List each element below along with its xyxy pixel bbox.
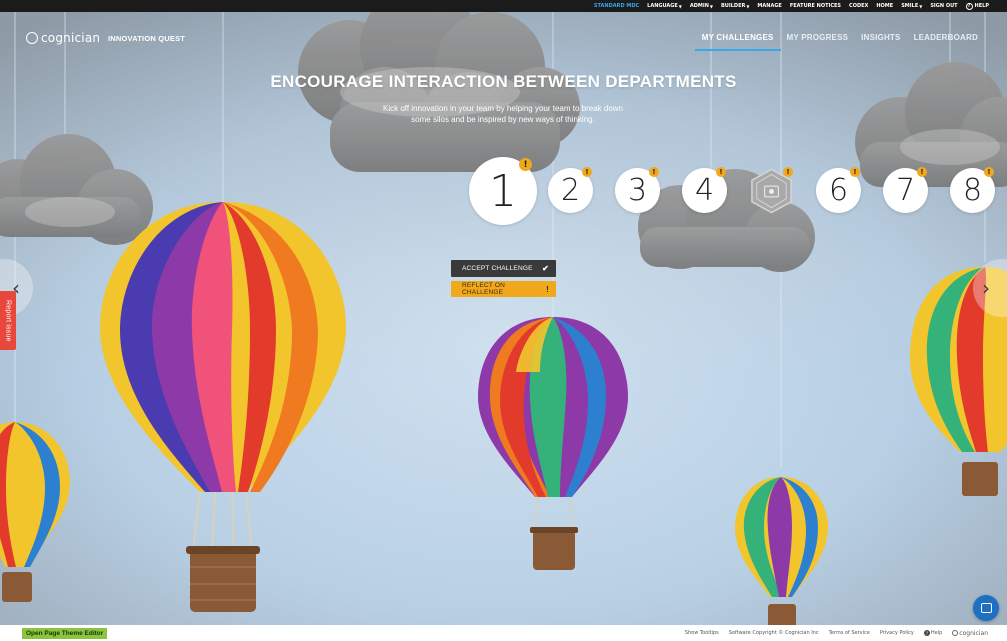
chat-icon (980, 603, 992, 613)
challenge-step-number: 1 (489, 165, 517, 217)
accept-challenge-label: ACCEPT CHALLENGE (462, 265, 533, 272)
reflect-challenge-button[interactable]: REFLECT ON CHALLENGE ! (451, 281, 556, 297)
challenge-step[interactable]: 8! (950, 167, 995, 213)
tab-leaderboard[interactable]: LEADERBOARD (914, 33, 978, 51)
admin-bar-item-feature-notices[interactable]: FEATURE NOTICES (790, 3, 841, 9)
challenge-step-badge[interactable]: ! (749, 167, 794, 213)
footer-logo-text: cognician (959, 629, 988, 637)
exclamation-icon: ! (546, 284, 549, 294)
caret-down-icon: ▼ (919, 3, 923, 9)
chat-launcher-button[interactable] (973, 595, 999, 621)
admin-bar-item-label: CODEX (849, 3, 869, 9)
reflect-challenge-label: REFLECT ON CHALLENGE (462, 282, 506, 296)
admin-bar-item-label: HOME (876, 3, 894, 9)
alert-icon: ! (582, 167, 592, 177)
tab-my-challenges[interactable]: MY CHALLENGES (694, 33, 781, 51)
admin-bar-item-sign-out[interactable]: SIGN OUT (930, 3, 957, 9)
terms-link[interactable]: Terms of Service (829, 630, 870, 636)
challenge-description: Kick off innovation in your team by help… (383, 104, 623, 124)
challenge-step-number: 2 (560, 173, 581, 208)
alert-icon: ! (716, 167, 726, 177)
admin-bar-item-label: STANDARD MDC (593, 3, 640, 9)
admin-bar-item-label: SIGN OUT (930, 3, 958, 9)
challenge-step-number: 6 (828, 173, 849, 208)
help-circle-icon: ? (965, 2, 973, 10)
challenge-step[interactable]: 2! (548, 167, 593, 213)
help-icon: ? (923, 630, 930, 636)
admin-bar-help[interactable]: ? HELP (965, 2, 989, 10)
alert-icon: ! (649, 167, 659, 177)
footer-logo: cognician (952, 630, 988, 637)
admin-bar-item-label: FEATURE NOTICES (789, 3, 842, 9)
footer-links: Show Tooltips Software Copyright © Cogni… (675, 630, 988, 637)
admin-bar-item-label: ADMIN (689, 3, 709, 9)
help-link[interactable]: ? Help (923, 630, 943, 636)
admin-bar: STANDARD MDC LANGUAGE ▼ ADMIN ▼ BUILDER ▼ MANAG… (0, 0, 1007, 12)
admin-bar-item-language[interactable]: LANGUAGE ▼ (647, 3, 682, 9)
admin-bar-item-standard-mdc[interactable]: STANDARD MDC (594, 3, 639, 9)
admin-bar-item-label: MANAGE (757, 3, 782, 9)
admin-bar-item-manage[interactable]: MANAGE (757, 3, 781, 9)
admin-bar-item-codex[interactable]: CODEX (849, 3, 868, 9)
caret-down-icon: ▼ (678, 3, 682, 9)
help-label: Help (930, 630, 943, 636)
tab-insights[interactable]: INSIGHTS (861, 33, 900, 51)
admin-bar-item-smile[interactable]: SMILE ▼ (901, 3, 922, 9)
challenge-step[interactable]: 4! (682, 167, 727, 213)
footer: Open Page Theme Editor Show Tooltips Sof… (0, 625, 1007, 641)
admin-bar-item-home[interactable]: HOME (876, 3, 893, 9)
chevron-right-icon: › (982, 276, 990, 300)
help-label: HELP (974, 3, 989, 9)
challenge-step-number: 4 (694, 173, 715, 208)
admin-bar-item-admin[interactable]: ADMIN ▼ (690, 3, 713, 9)
main-nav: MY CHALLENGES MY PROGRESS INSIGHTS LEADERBO… (689, 33, 978, 51)
check-icon: ✔ (542, 264, 549, 273)
challenge-step-number: 8 (962, 173, 983, 208)
challenge-step[interactable]: 3! (615, 167, 660, 213)
caret-down-icon: ▼ (709, 3, 713, 9)
logo-text: cognician (41, 31, 101, 45)
copyright-text: Software Copyright © Cognician Inc (728, 630, 819, 636)
alert-icon: ! (984, 167, 994, 177)
challenge-step-number: 3 (627, 173, 648, 208)
alert-icon: ! (850, 167, 860, 177)
alert-icon: ! (519, 158, 532, 171)
challenge-title: ENCOURAGE INTERACTION BETWEEN DEPARTMENT… (270, 72, 737, 91)
alert-icon: ! (917, 167, 927, 177)
footer-logo-icon (952, 630, 959, 636)
challenge-step-current[interactable]: 1! (469, 157, 537, 225)
accept-challenge-button[interactable]: ACCEPT CHALLENGE ✔ (451, 260, 556, 277)
caret-down-icon: ▼ (746, 3, 750, 9)
challenge-step-number: 7 (895, 173, 916, 208)
tab-my-progress[interactable]: MY PROGRESS (787, 33, 849, 51)
admin-bar-item-builder[interactable]: BUILDER ▼ (721, 3, 749, 9)
admin-bar-item-label: LANGUAGE (647, 3, 678, 9)
show-tooltips-link[interactable]: Show Tooltips (685, 630, 719, 636)
challenge-step[interactable]: 7! (883, 167, 928, 213)
alert-icon: ! (783, 167, 793, 177)
admin-bar-item-label: SMILE (901, 3, 919, 9)
challenge-step[interactable]: 6! (816, 167, 861, 213)
report-issue-label: Report issue (4, 299, 12, 342)
app-title[interactable]: INNOVATION QUEST (108, 34, 185, 43)
hero-scene: cognician INNOVATION QUEST MY CHALLENGES… (0, 12, 1007, 625)
cognician-logo[interactable]: cognician (26, 31, 100, 45)
admin-bar-item-label: BUILDER (721, 3, 746, 9)
report-issue-tab[interactable]: Report issue (0, 291, 16, 350)
logo-icon (26, 32, 38, 44)
open-theme-editor-button[interactable]: Open Page Theme Editor (22, 627, 108, 639)
privacy-link[interactable]: Privacy Policy (880, 630, 914, 636)
